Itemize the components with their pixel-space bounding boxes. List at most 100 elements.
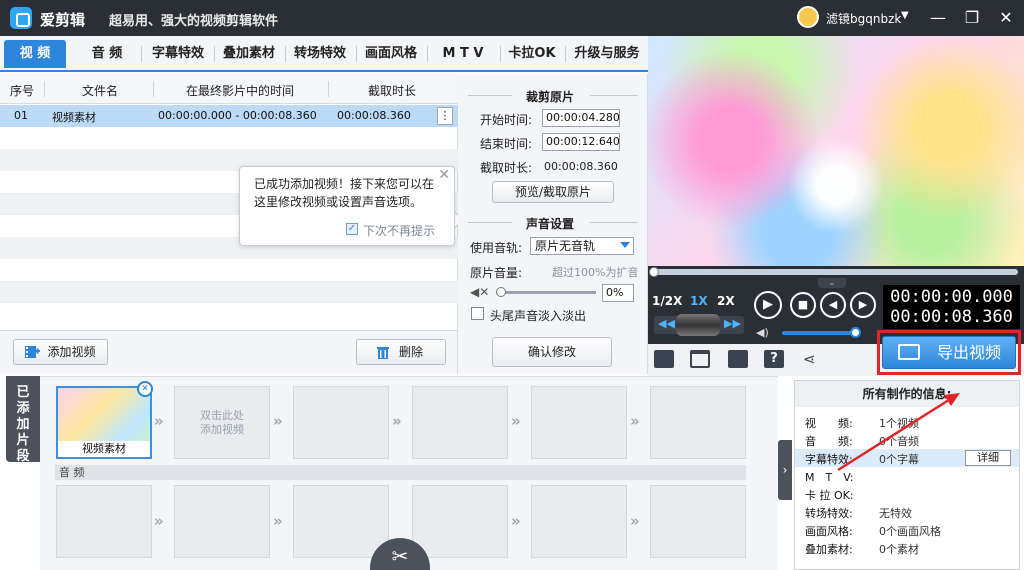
chevron-right-icon: »	[154, 512, 164, 530]
info-row-audio: 音 频: 0个音频	[795, 431, 1019, 449]
delete-button[interactable]: 删除	[356, 339, 446, 365]
clip-slot-empty[interactable]	[650, 386, 746, 459]
jog-wheel[interactable]	[676, 314, 720, 336]
tab-picture-style[interactable]: 画面风格	[358, 40, 424, 68]
added-clips-side-tab[interactable]: 已添加片段	[6, 376, 40, 464]
info-row-overlay: 叠加素材: 0个素材	[795, 539, 1019, 557]
volume-percent-input[interactable]: 0%	[602, 284, 634, 302]
share-icon[interactable]: ⋖	[803, 350, 823, 368]
player-volume-slider[interactable]	[782, 331, 858, 335]
tab-upgrade-service[interactable]: 升级与服务	[568, 40, 646, 68]
timecode-display: 00:00:00.000 00:00:08.360	[883, 285, 1020, 329]
table-header: 序号 文件名 在最终影片中的时间 截取时长	[0, 74, 458, 104]
user-menu-caret-icon[interactable]: ▼	[901, 10, 909, 21]
audio-slot-empty[interactable]	[293, 485, 389, 558]
player-volume-knob[interactable]	[850, 327, 861, 338]
clip-slot-empty[interactable]	[293, 386, 389, 459]
row-duration: 00:00:08.360	[337, 109, 411, 122]
header-index: 序号	[10, 84, 35, 98]
delete-label: 删除	[398, 345, 423, 359]
remove-clip-icon[interactable]: ✕	[137, 381, 153, 397]
info-value: 0个字幕	[879, 453, 919, 466]
tab-subtitle-effects[interactable]: 字幕特效	[145, 40, 211, 68]
cut-duration-value: 00:00:08.360	[544, 160, 618, 173]
mute-speaker-icon[interactable]: ◀✕	[470, 285, 489, 299]
progress-knob[interactable]	[649, 267, 659, 277]
row-range: 00:00:00.000 - 00:00:08.360	[158, 109, 317, 122]
chevron-right-icon: »	[511, 512, 521, 530]
user-name[interactable]: 滤镜bgqnbzk	[826, 10, 901, 27]
speed-normal[interactable]: 1X	[690, 294, 708, 308]
fade-label[interactable]: 头尾声音淡入淡出	[490, 307, 586, 324]
audio-slot-empty[interactable]	[412, 485, 508, 558]
close-button[interactable]: ✕	[994, 6, 1018, 30]
tooltip-close-icon[interactable]: ✕	[438, 167, 450, 183]
clip-slot-empty[interactable]: 双击此处添加视频	[174, 386, 270, 459]
confirm-changes-button[interactable]: 确认修改	[492, 337, 612, 367]
chevron-right-icon[interactable]: ›	[778, 440, 792, 500]
chevron-down-icon	[620, 242, 630, 248]
volume-icon[interactable]: ◀)	[756, 326, 769, 339]
preview-crop-button[interactable]: 预览/截取原片	[492, 181, 614, 203]
dont-show-again-label[interactable]: 下次不再提示	[363, 222, 435, 239]
trash-icon	[377, 347, 389, 359]
detail-button[interactable]: 详细	[965, 450, 1011, 466]
audio-slot-empty[interactable]	[174, 485, 270, 558]
speed-double[interactable]: 2X	[717, 294, 735, 308]
tab-overlay-material[interactable]: 叠加素材	[216, 40, 282, 68]
volume-hint: 超过100%为扩音	[552, 266, 639, 279]
maximize-button[interactable]: ❐	[960, 6, 984, 30]
rewind-icon[interactable]: ◀◀	[658, 317, 675, 330]
tab-transition-effects[interactable]: 转场特效	[287, 40, 353, 68]
chevron-right-icon: »	[273, 412, 283, 430]
original-volume-thumb[interactable]	[496, 287, 506, 297]
speed-half[interactable]: 1/2X	[652, 294, 682, 308]
add-video-button[interactable]: 添加视频	[13, 339, 108, 365]
next-frame-button[interactable]: ▶	[850, 292, 876, 318]
video-preview[interactable]	[648, 36, 1024, 266]
help-icon[interactable]: ?	[764, 350, 784, 368]
play-button[interactable]: ▶	[754, 291, 782, 319]
tab-karaoke[interactable]: 卡拉OK	[502, 40, 562, 68]
audio-track-select[interactable]: 原片无音轨	[530, 237, 634, 255]
audio-slot-empty[interactable]	[56, 485, 152, 558]
clip-actions-bar: 添加视频 删除	[0, 330, 458, 374]
end-time-input[interactable]: 00:00:12.640	[542, 133, 620, 151]
audio-slot-empty[interactable]	[650, 485, 746, 558]
tab-audio[interactable]: 音 频	[76, 40, 138, 68]
open-folder-icon[interactable]	[690, 350, 710, 368]
clip-slot-empty[interactable]	[531, 386, 627, 459]
stop-button[interactable]: ■	[790, 292, 816, 318]
progress-track[interactable]	[654, 269, 1018, 275]
tab-video[interactable]: 视 频	[4, 40, 66, 68]
app-title: 爱剪辑	[40, 11, 86, 29]
tab-mtv[interactable]: M T V	[430, 40, 496, 68]
previous-frame-button[interactable]: ◀	[820, 292, 846, 318]
tab-separator	[500, 46, 501, 62]
start-time-input[interactable]: 00:00:04.280	[542, 109, 620, 127]
audio-slot-empty[interactable]	[531, 485, 627, 558]
original-volume-slider[interactable]	[496, 291, 596, 294]
project-info-panel: 所有制作的信息: 视 频: 1个视频 音 频: 0个音频 字幕特效: 0个字幕 …	[794, 380, 1020, 570]
row-index: 01	[14, 109, 28, 122]
header-separator	[44, 81, 45, 97]
fast-forward-icon[interactable]: ▶▶	[724, 317, 741, 330]
tab-separator	[214, 46, 215, 62]
chevron-right-icon: »	[511, 412, 521, 430]
clip-slot-empty[interactable]	[412, 386, 508, 459]
row-menu-button[interactable]: ⋮	[437, 107, 453, 125]
clip-slot-filled[interactable]: 视频素材	[56, 386, 152, 459]
minimize-button[interactable]: —	[926, 6, 950, 30]
user-avatar[interactable]	[797, 6, 819, 28]
added-clips-label: 已添加片段	[16, 385, 30, 464]
playback-progress[interactable]	[648, 266, 1024, 278]
table-row[interactable]: 01 视频素材 00:00:00.000 - 00:00:08.360 00:0…	[0, 105, 458, 127]
chevron-right-icon: »	[630, 512, 640, 530]
chevron-down-icon[interactable]: ⌄	[818, 278, 846, 288]
fade-checkbox[interactable]	[471, 307, 484, 320]
dont-show-again-checkbox[interactable]: ✓	[346, 223, 358, 235]
info-key: 转场特效:	[805, 507, 853, 520]
new-project-icon[interactable]	[654, 350, 674, 368]
save-icon[interactable]	[728, 350, 748, 368]
audio-track-label: 使用音轨:	[470, 241, 523, 255]
